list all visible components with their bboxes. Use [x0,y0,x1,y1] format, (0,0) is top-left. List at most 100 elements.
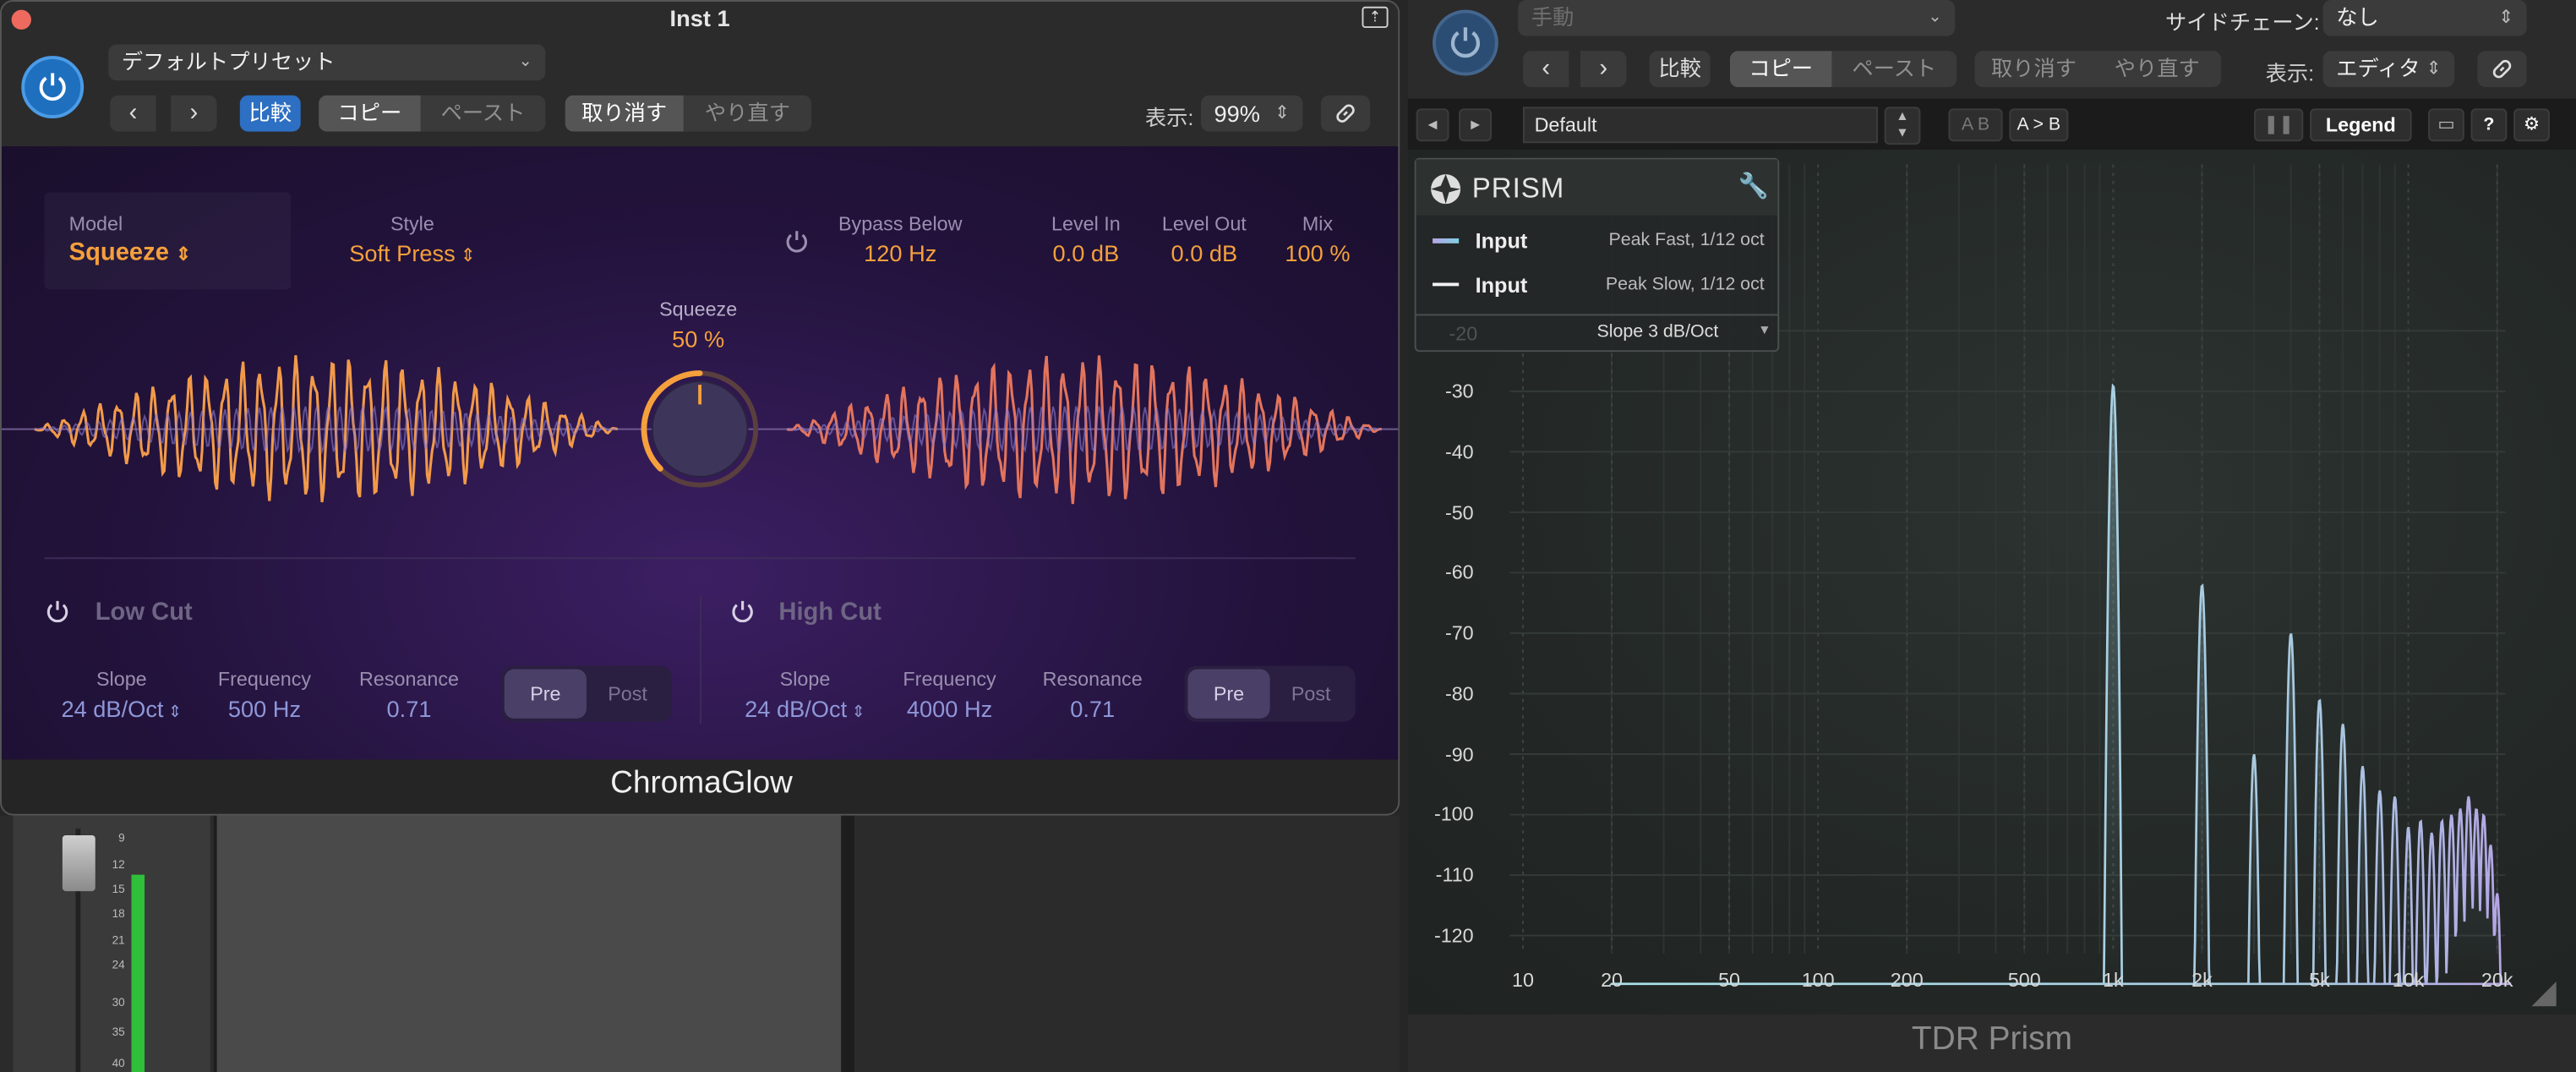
low-cut-slope-value: 24 dB/Oct [61,695,164,722]
copy-paste-group: コピー ペースト [319,95,546,132]
chevron-updown-icon: ⇕ [176,244,191,265]
y-tick-label: -30 [1444,380,1474,403]
x-tick-label: 20 [1601,968,1624,992]
meter-scale-label: 30 [112,998,125,1010]
low-cut-pre-post-toggle: Pre Post [500,665,673,722]
power-icon [39,73,66,101]
mix-label: Mix [1302,211,1334,236]
wrench-icon[interactable]: 🔧 [1738,171,1769,200]
preset-dropdown[interactable]: 手動 ⌄ [1518,0,1956,36]
sidechain-label: サイドチェーン: [2165,9,2320,35]
next-preset-button[interactable]: › [171,95,217,132]
squeeze-knob[interactable] [632,362,767,496]
undo-button[interactable]: 取り消す [565,95,684,132]
zoom-dropdown[interactable]: 99% ⇕ [1200,95,1303,132]
power-icon [1450,27,1480,58]
chevron-down-icon: ⌄ [518,52,532,71]
pause-button[interactable]: ❚❚ [2254,108,2304,142]
zoom-value: 99% [1214,100,1261,127]
high-cut-power-icon[interactable] [729,599,756,633]
legend-row-1[interactable]: Input Peak Fast, 1/12 oct [1416,219,1778,262]
high-cut-frequency-value[interactable]: 4000 Hz [867,696,1031,722]
prism-preset-field[interactable]: Default [1522,107,1878,144]
resize-handle[interactable] [2531,982,2557,1007]
y-tick-label: -80 [1444,681,1474,706]
level-out-value[interactable]: 0.0 dB [1138,240,1270,266]
redo-button[interactable]: やり直す [2093,51,2222,87]
link-button[interactable] [2477,51,2527,88]
legend-title: PRISM [1471,172,1565,205]
chevron-updown-icon: ⇕ [163,703,183,722]
plugin-footer: ChromaGlow [1,759,1399,814]
high-cut-post-button[interactable]: Post [1270,670,1352,719]
model-label: Model [68,211,123,236]
prism-logo-icon [1431,174,1461,205]
legend-panel: PRISM 🔧 Input Peak Fast, 1/12 oct Input … [1414,157,1780,353]
bypass-below-label: Bypass Below [838,211,963,236]
chevron-updown-icon: ⇕ [847,703,865,722]
high-cut-resonance-value[interactable]: 0.71 [1010,696,1174,722]
low-cut-resonance-value[interactable]: 0.71 [327,696,491,722]
paste-button[interactable]: ペースト [421,96,546,132]
legend-row-1-name: Input [1475,228,1528,254]
redo-button[interactable]: やり直す [684,96,812,132]
low-cut-frequency-label: Frequency [217,667,312,691]
legend-row-2[interactable]: Input Peak Slow, 1/12 oct [1416,263,1778,306]
low-cut-pre-button[interactable]: Pre [504,669,587,719]
y-tick-label: -60 [1444,561,1474,585]
view-label: 表示: [1144,105,1194,130]
preset-dropdown[interactable]: デフォルトプリセット ⌄ [108,44,546,81]
next-preset-button[interactable]: › [1580,51,1627,88]
preset-mode: 手動 [1531,4,1575,30]
high-cut-frequency-label: Frequency [903,667,996,691]
monitor-icon[interactable]: ▭ [2428,108,2464,142]
slope-dropdown[interactable]: Slope 3 dB/Oct ▼ [1596,322,1771,342]
meter-scale-label: 12 [112,860,125,872]
gear-icon[interactable]: ⚙ [2513,108,2550,142]
high-cut-pre-button[interactable]: Pre [1187,669,1270,719]
view-dropdown[interactable]: エディタ ⇕ [2322,51,2455,88]
help-button[interactable]: ? [2470,108,2508,142]
compare-button[interactable]: 比較 [239,95,301,132]
model-selector[interactable]: Model Squeeze ⇕ [44,192,292,290]
meter-scale: 9 12 15 18 21 24 30 35 40 [99,829,128,1072]
expand-icon[interactable]: ⇡ [1362,6,1389,29]
bypass-below-value[interactable]: 120 Hz [818,240,982,266]
prev-preset-button[interactable]: ‹ [1522,51,1569,88]
link-button[interactable] [1320,95,1371,132]
model-value: Squeeze ⇕ [69,238,191,266]
ab-toggle[interactable]: A B [1948,108,2003,142]
redo-arrow-button[interactable]: ▸ [1459,108,1493,142]
low-cut-frequency-value[interactable]: 500 Hz [183,696,347,722]
fader-handle[interactable] [62,834,96,892]
y-tick-label: -50 [1444,500,1474,524]
link-icon [1336,104,1355,123]
prev-preset-button[interactable]: ‹ [110,95,156,132]
undo-button[interactable]: 取り消す [1975,51,2093,87]
meter-scale-label: 35 [112,1027,125,1040]
x-tick-label: 100 [1801,968,1835,992]
low-cut-post-button[interactable]: Post [587,670,669,719]
preset-stepper[interactable]: ▲ ▼ [1884,107,1921,145]
style-value: Soft Press [349,239,456,267]
prism-preset-name: Default [1534,113,1597,137]
chevron-down-icon: ⌄ [1928,8,1942,27]
legend-row-2-name: Input [1475,272,1528,298]
filter-divider [700,595,702,724]
copy-paste-group: コピー ペースト [1729,51,1957,88]
undo-arrow-button[interactable]: ◂ [1416,108,1449,142]
sidechain-dropdown[interactable]: なし ⇕ [2322,0,2527,36]
a-to-b-button[interactable]: A > B [2009,108,2069,142]
bypass-below-power-icon[interactable] [783,228,810,263]
level-in-value[interactable]: 0.0 dB [1020,240,1152,266]
mix-value[interactable]: 100 % [1269,240,1367,266]
paste-button[interactable]: ペースト [1831,51,1957,87]
compare-button[interactable]: 比較 [1649,51,1711,88]
power-button[interactable] [1433,9,1498,76]
copy-button[interactable]: コピー [319,95,421,132]
low-cut-power-icon[interactable] [44,599,70,633]
power-button[interactable] [21,56,85,119]
legend-button[interactable]: Legend [2310,108,2412,142]
style-selector[interactable]: Soft Press ⇕ [314,240,510,266]
copy-button[interactable]: コピー [1729,51,1832,88]
